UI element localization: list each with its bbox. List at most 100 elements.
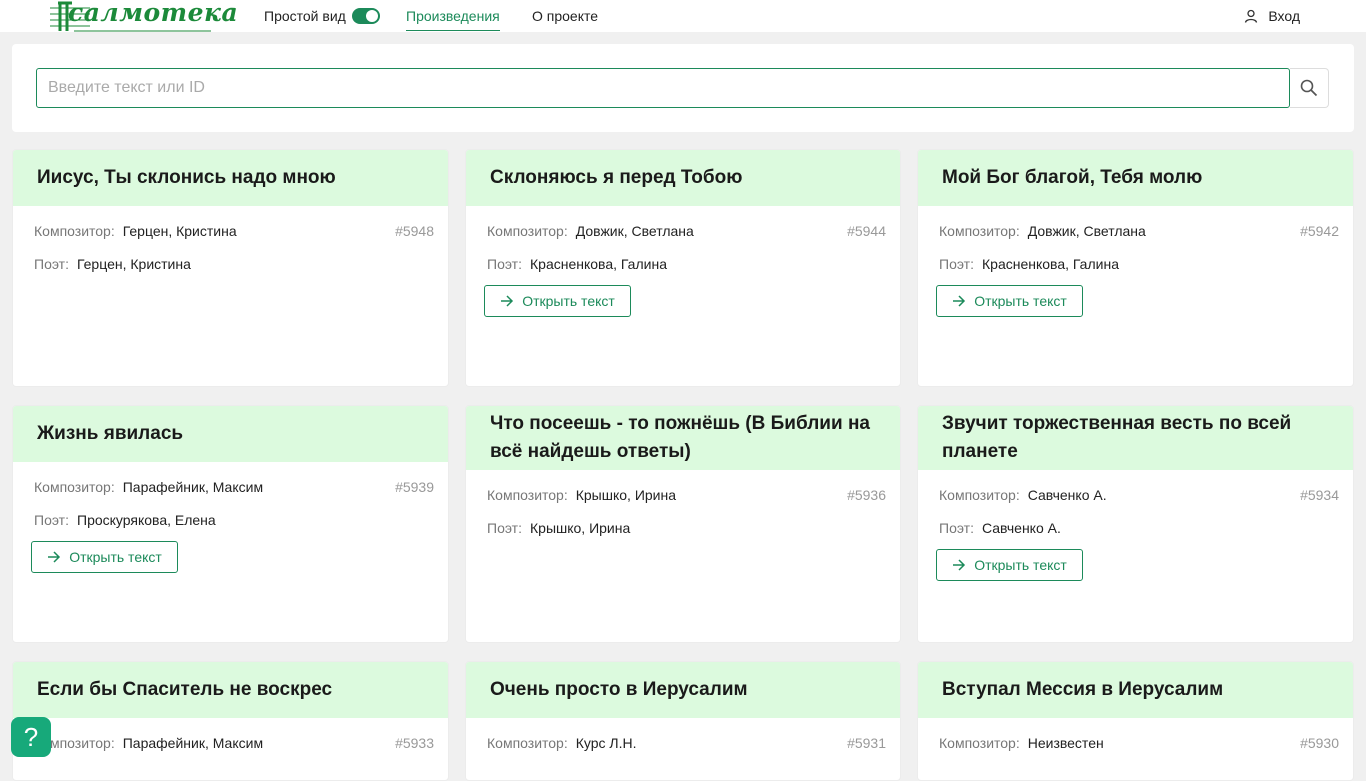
search-icon — [1300, 79, 1318, 97]
poet-row: Поэт: Савченко А. — [939, 520, 1061, 536]
song-card[interactable]: Если бы Спаситель не воскрес Композитор:… — [12, 661, 449, 781]
composer-label: Композитор: — [487, 223, 568, 239]
song-card[interactable]: Мой Бог благой, Тебя молю Композитор: Дов… — [917, 149, 1354, 387]
song-card[interactable]: Вступал Мессия в Иерусалим Композитор: Не… — [917, 661, 1354, 781]
card-title[interactable]: Жизнь явилась — [13, 406, 448, 462]
card-title-text: Вступал Мессия в Иерусалим — [942, 679, 1224, 700]
poet-label: Поэт: — [939, 256, 974, 272]
arrow-right-icon — [953, 295, 966, 307]
composer-label: Композитор: — [487, 487, 568, 503]
composer-name[interactable]: Парафейник, Максим — [123, 735, 263, 751]
help-icon: ? — [23, 721, 39, 752]
composer-row: Композитор: Неизвестен — [939, 735, 1104, 751]
composer-row: Композитор: Парафейник, Максим — [34, 735, 263, 751]
nav-works[interactable]: Произведения — [406, 8, 500, 31]
composer-row: Композитор: Парафейник, Максим — [34, 479, 263, 495]
open-text-button[interactable]: Открыть текст — [936, 285, 1083, 317]
card-id: #5939 — [395, 479, 434, 495]
card-id: #5936 — [847, 487, 886, 503]
open-text-button[interactable]: Открыть текст — [484, 285, 631, 317]
login-label: Вход — [1268, 8, 1300, 24]
card-title[interactable]: Очень просто в Иерусалим — [466, 662, 900, 718]
poet-row: Поэт: Проскурякова, Елена — [34, 512, 216, 528]
nav-about[interactable]: О проекте — [532, 8, 598, 31]
simple-view-label: Простой вид — [264, 8, 346, 24]
card-title-text: Склоняюсь я перед Тобою — [490, 167, 743, 188]
composer-row: Композитор: Герцен, Кристина — [34, 223, 237, 239]
help-button[interactable]: ? — [11, 717, 51, 757]
card-title[interactable]: Звучит торжественная весть по всей плане… — [918, 406, 1353, 470]
card-title-text: Что посеешь - то пожнёшь (В Библии на вс… — [490, 413, 870, 462]
poet-name[interactable]: Проскурякова, Елена — [77, 512, 216, 528]
search-input[interactable] — [36, 68, 1290, 108]
composer-name[interactable]: Неизвестен — [1028, 735, 1104, 751]
composer-label: Композитор: — [939, 223, 1020, 239]
composer-label: Композитор: — [34, 479, 115, 495]
card-id: #5944 — [847, 223, 886, 239]
card-title-text: Звучит торжественная весть по всей плане… — [942, 413, 1292, 462]
composer-name[interactable]: Курс Л.Н. — [576, 735, 637, 751]
open-text-label: Открыть текст — [69, 549, 162, 565]
composer-row: Композитор: Довжик, Светлана — [487, 223, 694, 239]
composer-name[interactable]: Крышко, Ирина — [576, 487, 676, 503]
poet-label: Поэт: — [34, 256, 69, 272]
poet-name[interactable]: Савченко А. — [982, 520, 1061, 536]
simple-view-toggle[interactable]: Простой вид — [264, 8, 380, 24]
poet-label: Поэт: — [487, 520, 522, 536]
composer-name[interactable]: Савченко А. — [1028, 487, 1107, 503]
user-icon — [1245, 9, 1258, 23]
card-title[interactable]: Иисус, Ты склонись надо мною — [13, 150, 448, 206]
composer-row: Композитор: Довжик, Светлана — [939, 223, 1146, 239]
song-card[interactable]: Очень просто в Иерусалим Композитор: Курс… — [465, 661, 901, 781]
poet-row: Поэт: Красненкова, Галина — [939, 256, 1119, 272]
composer-label: Композитор: — [939, 735, 1020, 751]
open-text-label: Открыть текст — [522, 293, 615, 309]
card-title[interactable]: Если бы Спаситель не воскрес — [13, 662, 448, 718]
card-id: #5942 — [1300, 223, 1339, 239]
poet-name[interactable]: Красненкова, Галина — [982, 256, 1119, 272]
composer-label: Композитор: — [487, 735, 568, 751]
song-card[interactable]: Что посеешь - то пожнёшь (В Библии на вс… — [465, 405, 901, 643]
song-card[interactable]: Жизнь явилась Композитор: Парафейник, Мак… — [12, 405, 449, 643]
open-text-label: Открыть текст — [974, 557, 1067, 573]
card-id: #5931 — [847, 735, 886, 751]
card-id: #5948 — [395, 223, 434, 239]
composer-name[interactable]: Герцен, Кристина — [123, 223, 237, 239]
card-title[interactable]: Что посеешь - то пожнёшь (В Библии на вс… — [466, 406, 900, 470]
login-link[interactable]: Вход — [1244, 8, 1300, 24]
composer-name[interactable]: Довжик, Светлана — [576, 223, 694, 239]
arrow-right-icon — [48, 551, 61, 563]
toggle-switch[interactable] — [351, 8, 380, 24]
poet-name[interactable]: Красненкова, Галина — [530, 256, 667, 272]
logo[interactable]: салмотека — [50, 0, 238, 32]
open-text-button[interactable]: Открыть текст — [31, 541, 178, 573]
card-title-text: Мой Бог благой, Тебя молю — [942, 167, 1203, 188]
open-text-button[interactable]: Открыть текст — [936, 549, 1083, 581]
poet-name[interactable]: Крышко, Ирина — [530, 520, 630, 536]
card-title-text: Очень просто в Иерусалим — [490, 679, 748, 700]
card-title[interactable]: Мой Бог благой, Тебя молю — [918, 150, 1353, 206]
poet-row: Поэт: Крышко, Ирина — [487, 520, 630, 536]
card-id: #5934 — [1300, 487, 1339, 503]
card-title-text: Иисус, Ты склонись надо мною — [37, 167, 336, 188]
poet-row: Поэт: Герцен, Кристина — [34, 256, 191, 272]
composer-name[interactable]: Довжик, Светлана — [1028, 223, 1146, 239]
arrow-right-icon — [501, 295, 514, 307]
composer-name[interactable]: Парафейник, Максим — [123, 479, 263, 495]
search-panel — [12, 44, 1354, 132]
song-card[interactable]: Иисус, Ты склонись надо мною Композитор:… — [12, 149, 449, 387]
poet-name[interactable]: Герцен, Кристина — [77, 256, 191, 272]
poet-label: Поэт: — [487, 256, 522, 272]
search-button[interactable] — [1290, 68, 1329, 108]
composer-label: Композитор: — [939, 487, 1020, 503]
card-title[interactable]: Вступал Мессия в Иерусалим — [918, 662, 1353, 718]
card-title[interactable]: Склоняюсь я перед Тобою — [466, 150, 900, 206]
composer-row: Композитор: Крышко, Ирина — [487, 487, 676, 503]
card-id: #5930 — [1300, 735, 1339, 751]
song-card[interactable]: Звучит торжественная весть по всей плане… — [917, 405, 1354, 643]
song-card[interactable]: Склоняюсь я перед Тобою Композитор: Довжи… — [465, 149, 901, 387]
top-bar: салмотека Простой вид Произведения О про… — [0, 0, 1366, 32]
arrow-right-icon — [953, 559, 966, 571]
card-id: #5933 — [395, 735, 434, 751]
poet-row: Поэт: Красненкова, Галина — [487, 256, 667, 272]
